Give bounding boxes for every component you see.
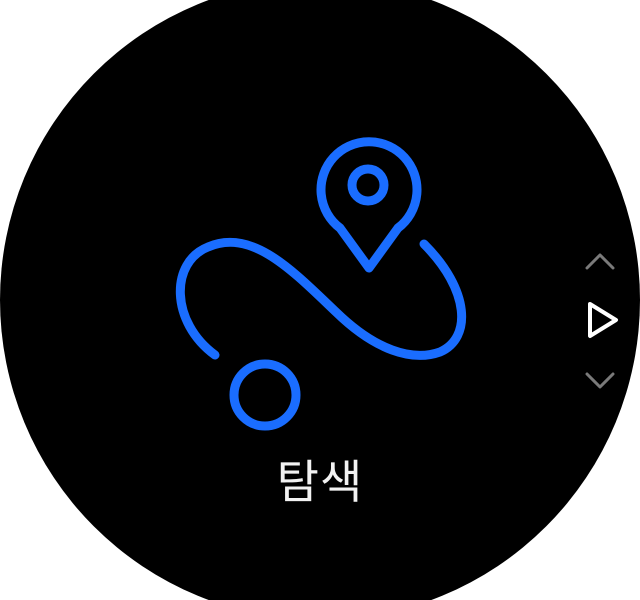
select-button[interactable] bbox=[570, 296, 630, 344]
menu-title: 탐색 bbox=[276, 455, 364, 509]
route-path-icon bbox=[175, 237, 467, 360]
chevron-down-icon bbox=[585, 372, 615, 389]
side-button-hints bbox=[570, 242, 630, 402]
play-triangle-icon bbox=[588, 302, 618, 338]
map-pin-dot bbox=[347, 164, 389, 206]
scroll-down-button[interactable] bbox=[570, 360, 630, 400]
route-start-icon bbox=[229, 359, 301, 431]
chevron-up-icon bbox=[585, 253, 615, 270]
watch-screen: 탐색 bbox=[0, 0, 640, 600]
scroll-up-button[interactable] bbox=[570, 242, 630, 282]
